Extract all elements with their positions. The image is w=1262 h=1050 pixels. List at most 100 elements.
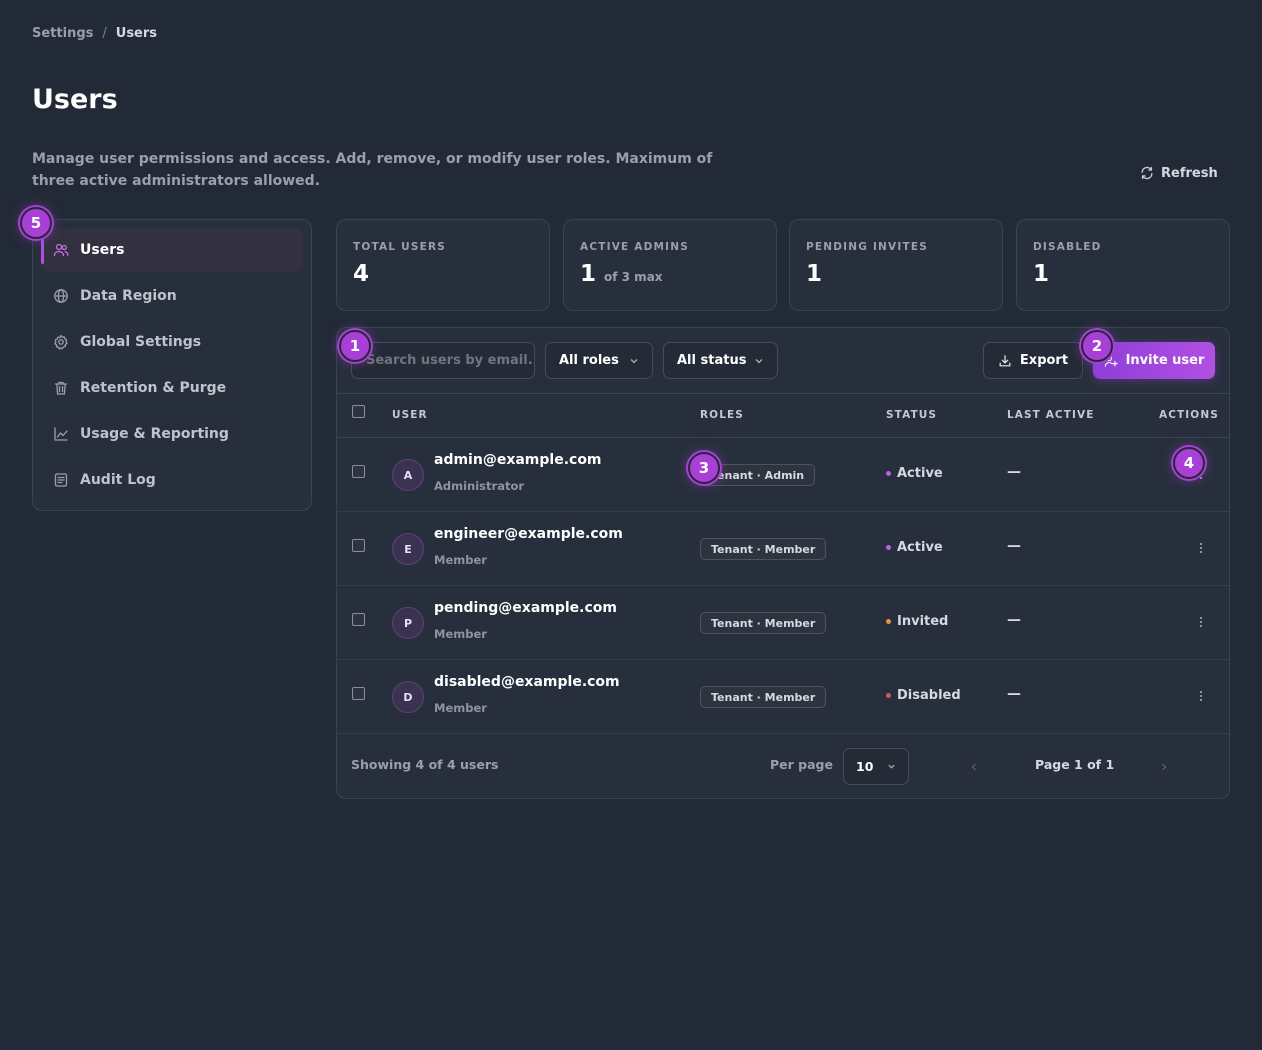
column-header-status[interactable]: STATUS [886,409,937,421]
settings-sidebar: Users Data Region Global Settings Retent… [32,219,312,511]
column-header-roles[interactable]: ROLES [700,409,744,421]
avatar: A [392,459,424,491]
table-row[interactable]: D disabled@example.com Member Tenant · M… [337,660,1229,734]
status-dot [886,471,891,476]
export-label: Export [1019,353,1069,368]
sidebar-item-global-settings[interactable]: Global Settings [41,320,303,364]
sidebar-item-label: Retention & Purge [80,380,227,396]
user-email: pending@example.com [434,600,617,616]
export-button[interactable]: Export [983,342,1083,379]
sidebar-item-retention-purge[interactable]: Retention & Purge [41,366,303,410]
chevron-down-icon [888,764,895,769]
role-badge: Tenant · Member [700,686,827,708]
callout-marker-1: 1 [339,330,371,362]
user-role: Member [434,627,487,641]
page-description: Manage user permissions and access. Add,… [32,151,713,189]
status-badge: Invited [886,614,948,629]
sidebar-item-users[interactable]: Users [41,228,303,272]
status-filter-dropdown[interactable]: All status [663,342,778,379]
select-all-checkbox[interactable] [352,405,365,418]
more-vertical-icon [1200,691,1202,701]
log-icon [54,473,68,487]
chevron-down-icon [630,358,638,363]
per-page-value: 10 [856,759,874,774]
column-header-user[interactable]: USER [392,409,428,421]
stat-label: DISABLED [1033,241,1102,253]
user-email: disabled@example.com [434,674,620,690]
status-text: Disabled [897,688,961,703]
role-badge: Tenant · Member [700,612,827,634]
refresh-label: Refresh [1161,165,1218,181]
roles-filter-dropdown[interactable]: All roles [545,342,653,379]
table-row[interactable]: P pending@example.com Member Tenant · Me… [337,586,1229,660]
last-active-value: — [1007,464,1021,480]
table-row[interactable]: A admin@example.com Administrator Tenant… [337,438,1229,512]
user-role: Member [434,701,487,715]
sidebar-item-audit-log[interactable]: Audit Log [41,458,303,502]
status-badge: Active [886,466,943,481]
next-page-button[interactable] [1155,758,1173,776]
row-actions-button[interactable] [1191,612,1211,632]
trash-icon [54,381,68,395]
stat-label: ACTIVE ADMINS [580,241,690,253]
avatar: D [392,681,424,713]
page-info: Page 1 of 1 [1035,757,1115,772]
status-badge: Active [886,540,943,555]
sidebar-item-label: Users [80,242,125,258]
stat-card-total-users: TOTAL USERS 4 [336,219,550,311]
sidebar-item-label: Global Settings [80,334,202,350]
status-filter-value: All status [677,353,747,368]
stat-value: 1 [580,261,597,287]
users-icon [53,243,69,257]
row-checkbox[interactable] [352,687,365,700]
avatar: E [392,533,424,565]
role-badge: Tenant · Member [700,538,827,560]
page-title: Users [32,84,118,115]
sidebar-item-label: Usage & Reporting [80,426,229,442]
stat-card-disabled: DISABLED 1 [1016,219,1230,311]
stat-value: 1 [1033,261,1050,287]
prev-page-button[interactable] [965,758,983,776]
table-header: USER ROLES STATUS LAST ACTIVE ACTIONS [337,393,1229,438]
user-email: admin@example.com [434,452,602,468]
row-checkbox[interactable] [352,465,365,478]
breadcrumb: Settings / Users [32,26,157,41]
row-checkbox[interactable] [352,539,365,552]
stat-suffix: of 3 max [604,270,663,284]
chart-icon [54,427,68,441]
refresh-button[interactable]: Refresh [1140,160,1218,186]
stat-card-active-admins: ACTIVE ADMINS 1 of 3 max [563,219,777,311]
globe-icon [54,289,68,303]
status-dot [886,619,891,624]
last-active-value: — [1007,686,1021,702]
last-active-value: — [1007,538,1021,554]
column-header-last-active[interactable]: LAST ACTIVE [1007,409,1095,421]
breadcrumb-separator: / [102,26,107,41]
sidebar-item-usage-reporting[interactable]: Usage & Reporting [41,412,303,456]
status-text: Invited [897,614,949,629]
sidebar-item-label: Data Region [80,288,177,304]
stat-card-pending-invites: PENDING INVITES 1 [789,219,1003,311]
row-checkbox[interactable] [352,613,365,626]
refresh-icon [1141,166,1153,180]
results-count: Showing 4 of 4 users [351,757,499,772]
download-icon [999,354,1011,366]
chevron-left-icon [971,763,976,771]
callout-marker-3: 3 [688,452,720,484]
more-vertical-icon [1200,543,1202,553]
avatar: P [392,607,424,639]
chevron-down-icon [755,358,763,363]
users-table-panel: All roles All status Export Invite user … [336,327,1230,799]
sidebar-item-data-region[interactable]: Data Region [41,274,303,318]
last-active-value: — [1007,612,1021,628]
status-text: Active [897,540,943,555]
search-input[interactable] [351,342,535,379]
table-row[interactable]: E engineer@example.com Member Tenant · M… [337,512,1229,586]
per-page-select[interactable]: 10 [843,748,909,785]
chevron-right-icon [1162,763,1167,771]
row-actions-button[interactable] [1191,686,1211,706]
user-role: Administrator [434,479,525,493]
stat-label: PENDING INVITES [806,241,928,253]
row-actions-button[interactable] [1191,538,1211,558]
breadcrumb-settings-link[interactable]: Settings [32,26,93,41]
